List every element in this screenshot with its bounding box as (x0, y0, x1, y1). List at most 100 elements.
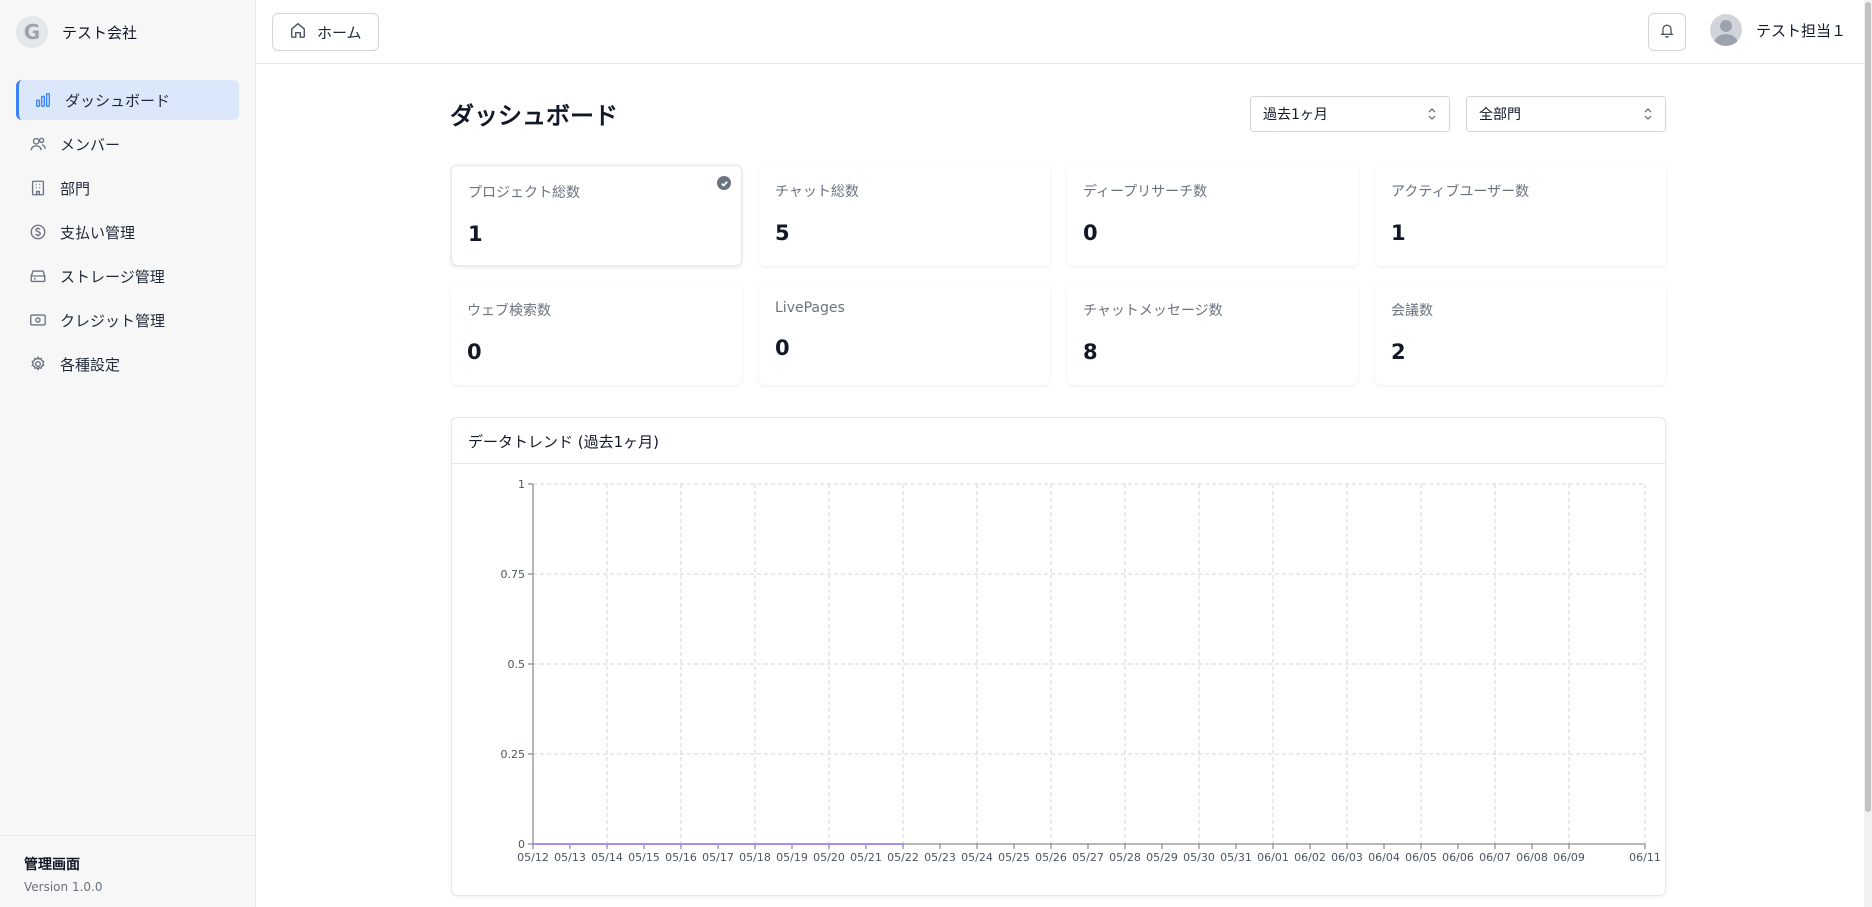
stat-label: ウェブ検索数 (467, 303, 551, 319)
sidebar-item-label: 各種設定 (60, 355, 121, 374)
x-tick-label: 05/15 (628, 851, 660, 864)
x-tick-label: 05/21 (850, 851, 882, 864)
x-tick-label: 05/16 (665, 851, 697, 864)
y-tick-label: 0.25 (501, 748, 526, 761)
top-header: ホーム テスト担当１ (256, 0, 1864, 64)
app-version: Version 1.0.0 (24, 880, 103, 894)
stat-label: アクティブユーザー数 (1391, 184, 1530, 200)
period-select-value: 過去1ヶ月 (1263, 107, 1328, 123)
credit-icon (28, 310, 48, 330)
sidebar-item-credits[interactable]: クレジット管理 (16, 300, 239, 340)
stat-card-active-users[interactable]: アクティブユーザー数 1 (1375, 165, 1666, 266)
x-tick-label: 05/22 (887, 851, 919, 864)
home-icon (289, 21, 307, 43)
building-icon (28, 178, 48, 198)
stat-card-deep-research[interactable]: ディープリサーチ数 0 (1067, 165, 1358, 266)
x-tick-label: 06/07 (1479, 851, 1511, 864)
stat-label: 会議数 (1391, 303, 1433, 319)
sidebar-item-label: 部門 (60, 179, 91, 198)
stat-label: LivePages (775, 300, 845, 316)
brand: G テスト会社 (0, 0, 255, 64)
sidebar-item-label: クレジット管理 (60, 311, 166, 330)
gear-icon (28, 354, 48, 374)
home-button-label: ホーム (317, 23, 362, 42)
stat-value: 8 (1083, 340, 1098, 364)
department-select[interactable]: 全部門 (1466, 96, 1666, 132)
x-tick-label: 05/17 (702, 851, 734, 864)
stat-card-chats[interactable]: チャット総数 5 (759, 165, 1050, 266)
stat-label: チャットメッセージ数 (1083, 303, 1223, 319)
x-tick-label: 06/08 (1516, 851, 1548, 864)
x-tick-label: 05/13 (554, 851, 586, 864)
stat-card-chat-messages[interactable]: チャットメッセージ数 8 (1067, 284, 1358, 385)
x-tick-label: 05/24 (961, 851, 993, 864)
y-tick-label: 0.75 (501, 568, 526, 581)
bar-chart-icon (33, 90, 53, 110)
home-button[interactable]: ホーム (272, 13, 379, 51)
stat-value: 0 (775, 336, 790, 360)
stat-card-livepages[interactable]: LivePages 0 (759, 284, 1050, 385)
sidebar-item-departments[interactable]: 部門 (16, 168, 239, 208)
x-tick-label: 05/27 (1072, 851, 1104, 864)
stat-label: プロジェクト総数 (468, 185, 580, 201)
x-tick-label: 05/26 (1035, 851, 1067, 864)
x-tick-label: 05/18 (739, 851, 771, 864)
bell-icon (1659, 22, 1675, 42)
user-menu[interactable]: テスト担当１ (1710, 14, 1846, 46)
period-select[interactable]: 過去1ヶ月 (1250, 96, 1450, 132)
footer-title: 管理画面 (24, 857, 80, 873)
x-tick-label: 05/28 (1109, 851, 1141, 864)
page-scrollbar[interactable] (1864, 0, 1872, 907)
stat-card-web-search[interactable]: ウェブ検索数 0 (451, 284, 742, 385)
stat-value: 1 (1391, 221, 1406, 245)
y-tick-label: 0 (518, 838, 525, 851)
stat-card-projects[interactable]: プロジェクト総数 1 (451, 165, 742, 266)
stat-label: ディープリサーチ数 (1083, 184, 1208, 200)
avatar (1710, 14, 1742, 46)
sidebar-item-payments[interactable]: 支払い管理 (16, 212, 239, 252)
notifications-button[interactable] (1648, 13, 1686, 51)
sidebar-footer: 管理画面 Version 1.0.0 (0, 835, 255, 907)
sidebar-item-dashboard[interactable]: ダッシュボード (16, 80, 239, 120)
sidebar-item-storage[interactable]: ストレージ管理 (16, 256, 239, 296)
sidebar-item-label: ダッシュボード (65, 91, 171, 110)
company-name: テスト会社 (62, 23, 138, 42)
trend-chart-card: データトレンド (過去1ヶ月) 0 0.25 0.5 0.75 1 05/12 05/13 0… (451, 417, 1666, 896)
x-tick-label: 05/14 (591, 851, 623, 864)
trend-chart: 0 0.25 0.5 0.75 1 05/12 05/13 05/14 05/15 05/16 05… (501, 478, 1661, 864)
company-logo: G (16, 16, 48, 48)
x-tick-label: 05/31 (1220, 851, 1252, 864)
x-tick-label: 06/04 (1368, 851, 1400, 864)
sidebar-item-label: 支払い管理 (60, 223, 136, 242)
x-tick-label: 06/02 (1294, 851, 1326, 864)
sidebar: G テスト会社 ダッシュボード メンバー 部門 支払い管理 ストレージ管理 クレ… (0, 0, 256, 907)
y-tick-label: 1 (518, 478, 525, 491)
department-select-value: 全部門 (1479, 107, 1521, 123)
stat-value: 0 (467, 340, 482, 364)
x-tick-label: 06/09 (1553, 851, 1585, 864)
x-tick-label: 05/23 (924, 851, 956, 864)
chart-title: データトレンド (過去1ヶ月) (452, 418, 1665, 464)
sidebar-item-settings[interactable]: 各種設定 (16, 344, 239, 384)
x-tick-label: 06/05 (1405, 851, 1437, 864)
scrollbar-thumb[interactable] (1865, 2, 1871, 812)
stat-card-meetings[interactable]: 会議数 2 (1375, 284, 1666, 385)
user-name: テスト担当１ (1756, 21, 1847, 40)
dollar-circle-icon (28, 222, 48, 242)
sidebar-item-label: メンバー (60, 135, 121, 154)
x-tick-label: 06/11 (1629, 851, 1661, 864)
stat-value: 1 (468, 222, 483, 246)
sidebar-item-members[interactable]: メンバー (16, 124, 239, 164)
x-tick-label: 05/29 (1146, 851, 1178, 864)
sidebar-nav: ダッシュボード メンバー 部門 支払い管理 ストレージ管理 クレジット管理 各種… (0, 64, 255, 384)
x-tick-label: 06/03 (1331, 851, 1363, 864)
storage-icon (28, 266, 48, 286)
y-tick-label: 0.5 (508, 658, 526, 671)
x-tick-label: 05/30 (1183, 851, 1215, 864)
stat-value: 2 (1391, 340, 1406, 364)
x-tick-label: 05/19 (776, 851, 808, 864)
sidebar-item-label: ストレージ管理 (60, 267, 165, 286)
stat-label: チャット総数 (775, 184, 859, 200)
chevron-up-down-icon (1427, 107, 1437, 121)
check-circle-icon (717, 176, 731, 190)
